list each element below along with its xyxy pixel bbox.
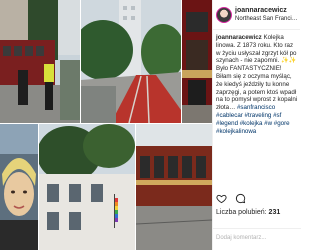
post-caption: joannaracewicz Kolejka linowa. Z 1873 ro… [213,30,300,185]
post-header: joannaracewicz Northeast San Franci… [213,0,300,30]
likes-count[interactable]: Liczba polubień: 231 [216,209,280,216]
avatar[interactable] [216,6,232,23]
username-link[interactable]: joannaracewicz [235,6,297,15]
header-text: joannaracewicz Northeast San Franci… [235,6,297,24]
heart-outline-icon[interactable] [216,193,227,204]
location-link[interactable]: Northeast San Franci… [235,15,297,24]
photo-grid [0,0,212,250]
victorian-houses-photo[interactable] [39,124,135,250]
cable-car-tracks-photo[interactable] [81,0,181,123]
cable-car-side-photo[interactable] [136,124,212,250]
portrait-photo[interactable] [0,124,38,250]
likes-label: Liczba polubień: [216,209,267,216]
cable-car-closeup-photo[interactable] [182,0,212,123]
comment-input[interactable]: Dodaj komentarz... [213,228,301,250]
caption-username[interactable]: joannaracewicz [216,34,262,41]
likes-number: 231 [268,209,281,216]
post-side-panel: joannaracewicz Northeast San Franci… joa… [212,0,301,250]
caption-text: Kolejka linowa. Z 1873 roku. Kto raz w ż… [216,34,298,112]
speech-bubble-icon[interactable] [235,193,246,204]
cable-car-street-photo[interactable] [0,0,80,123]
post-actions [216,193,246,204]
